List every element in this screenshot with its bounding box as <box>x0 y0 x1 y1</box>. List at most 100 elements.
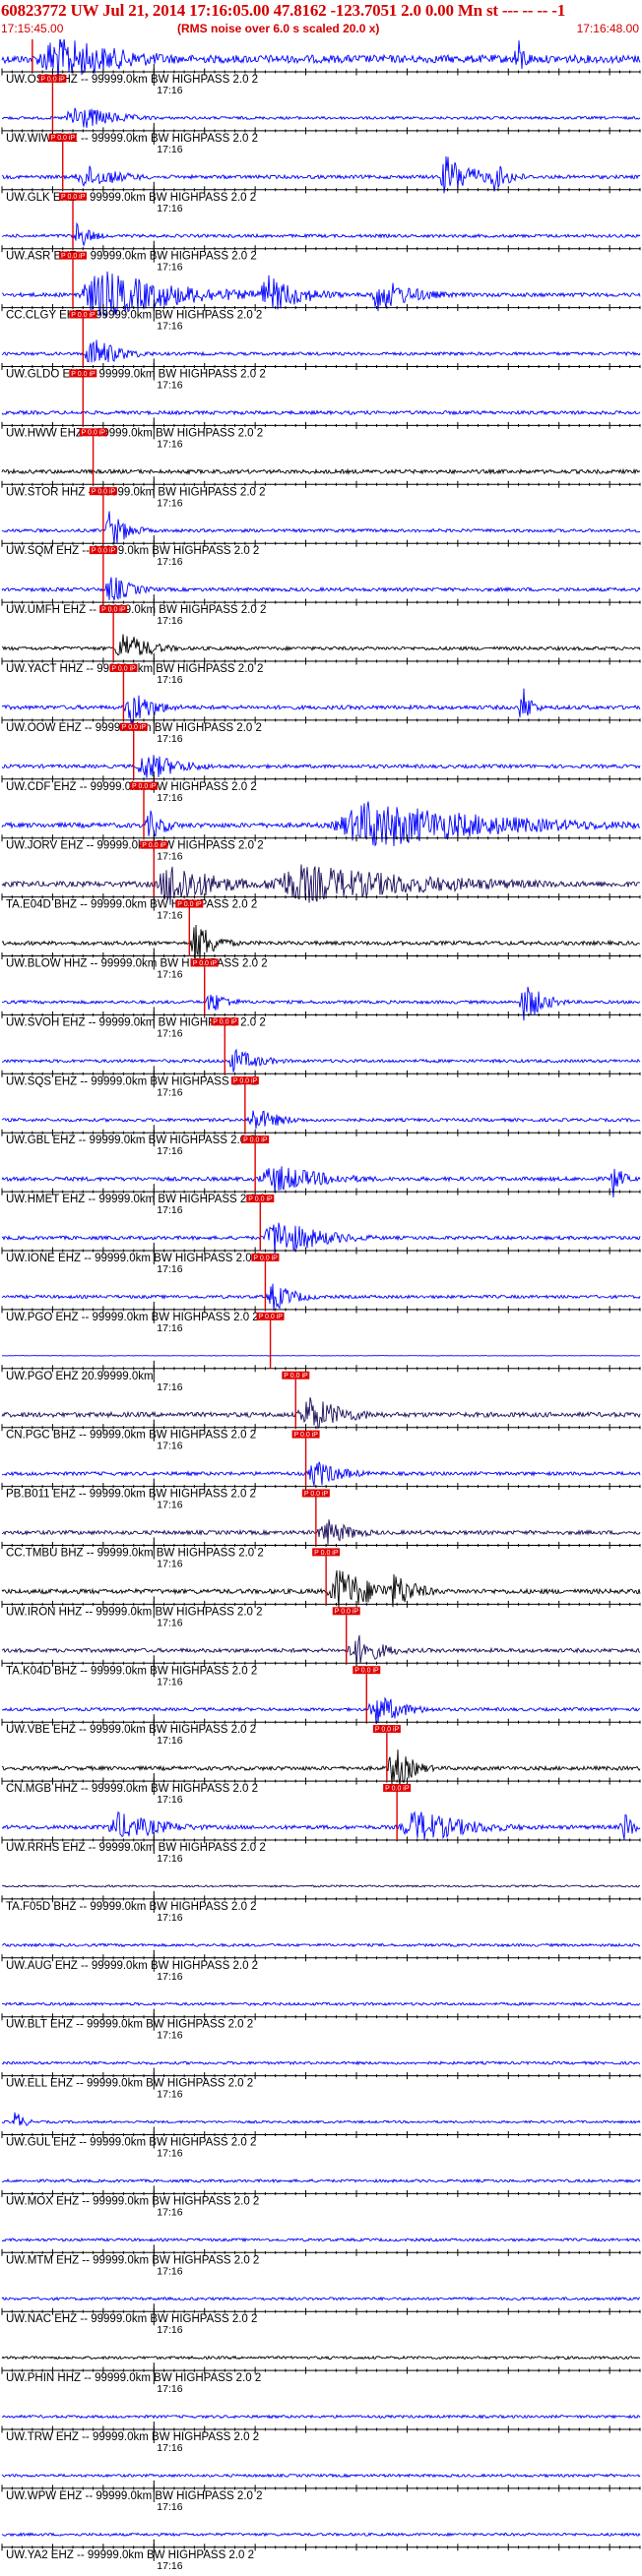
minute-label: 17:16 <box>157 203 182 215</box>
trace-waveform <box>1 2355 641 2361</box>
trace-label: UW.BLT EHZ -- 99999.0km BW HIGHPASS 2.0 … <box>6 2019 253 2031</box>
trace-label: UW.MOX EHZ -- 99999.0km BW HIGHPASS 2.0 … <box>6 2195 259 2207</box>
trace-label: CN.MGB HHZ -- 99999.0km BW HIGHPASS 2.0 … <box>6 1783 258 1795</box>
trace-waveform <box>1 1810 641 1840</box>
trace-label: UW.GLK EHZ -- 99999.0km BW HIGHPASS 2.0 … <box>6 192 256 204</box>
minute-label: 17:16 <box>157 1617 182 1628</box>
trace-16: 17:16UW.SVOH EHZ -- 99999.0km BW HIGHPAS… <box>1 958 641 1039</box>
trace-4: 17:16CC.CLGY EHZ -- 99999.0km BW HIGHPAS… <box>1 251 641 333</box>
minute-label: 17:16 <box>157 1441 182 1452</box>
minute-label: 17:16 <box>157 2560 182 2572</box>
trace-waveform <box>1 2112 641 2126</box>
trace-waveform <box>1 1283 641 1312</box>
trace-12: 17:16UW.CDF EHZ -- 99999.0km BW HIGHPASS… <box>1 722 641 804</box>
minute-label: 17:16 <box>157 1027 182 1039</box>
trace-waveform <box>1 1884 641 1888</box>
trace-22: 17:16UW.PGO EHZ 20.99999.0kmP 0.0 iP <box>1 1312 641 1393</box>
trace-waveform <box>1 1634 641 1667</box>
trace-waveform <box>1 1461 641 1487</box>
trace-10: 17:16UW.YACT HHZ -- 99999.0km BW HIGHPAS… <box>1 605 641 686</box>
minute-label: 17:16 <box>157 733 182 745</box>
trace-waveform <box>1 155 641 194</box>
minute-label: 17:16 <box>157 615 182 627</box>
minute-label: 17:16 <box>157 2442 182 2454</box>
trace-25: 17:16CC.TMBU BHZ -- 99999.0km BW HIGHPAS… <box>1 1489 641 1570</box>
trace-40: 17:16UW.TRW EHZ -- 99999.0km BW HIGHPASS… <box>1 2414 641 2454</box>
minute-label: 17:16 <box>157 851 182 863</box>
trace-waveform <box>1 339 641 363</box>
pick-text: P 0.0 iP <box>92 489 116 496</box>
minute-label: 17:16 <box>157 144 182 155</box>
trace-label: TA.K04D BHZ -- 99999.0km BW HIGHPASS 2.0… <box>6 1665 257 1677</box>
trace-30: 17:16UW.RRHS EHZ -- 99999.0km BW HIGHPAS… <box>1 1784 641 1865</box>
trace-18: 17:16UW.GBL EHZ -- 99999.0km BW HIGHPASS… <box>1 1076 641 1157</box>
pick-text: P 0.0 iP <box>40 76 65 83</box>
minute-label: 17:16 <box>157 2383 182 2395</box>
minute-label: 17:16 <box>157 262 182 274</box>
pick-text: P 0.0 iP <box>111 665 136 672</box>
pick-text: P 0.0 iP <box>132 783 157 790</box>
trace-0: 17:16UW.OSD EHZ -- 99999.0km BW HIGHPASS… <box>1 39 641 96</box>
trace-label: UW.BLOW HHZ -- 99999.0km BW HIGHPASS 2.0… <box>6 958 268 970</box>
trace-label: CC.CLGY EHZ -- 99999.0km BW HIGHPASS 2.0… <box>6 310 262 322</box>
minute-label: 17:16 <box>157 1912 182 1924</box>
pick-text: P 0.0 iP <box>142 842 166 849</box>
minute-label: 17:16 <box>157 1559 182 1570</box>
minute-label: 17:16 <box>157 85 182 96</box>
pick-text: P 0.0 iP <box>248 1196 273 1202</box>
pick-text: P 0.0 iP <box>193 960 218 967</box>
minute-label: 17:16 <box>157 2206 182 2218</box>
minute-label: 17:16 <box>157 321 182 333</box>
minute-label: 17:16 <box>157 1086 182 1098</box>
pick-text: P 0.0 iP <box>101 606 126 613</box>
trace-21: 17:16UW.PGO EHZ -- 99999.0km BW HIGHPASS… <box>1 1253 641 1334</box>
minute-label: 17:16 <box>157 2501 182 2513</box>
trace-9: 17:16UW.UMFH EHZ -- 99999.0km BW HIGHPAS… <box>1 546 641 627</box>
event-title: 60823772 UW Jul 21, 2014 17:16:05.00 47.… <box>1 1 566 20</box>
trace-waveform <box>1 1696 641 1724</box>
minute-label: 17:16 <box>157 1853 182 1865</box>
trace-label: UW.HWW EHZ -- 99999.0km BW HIGHPASS 2.0 … <box>6 427 263 439</box>
trace-waveform <box>1 2532 641 2538</box>
trace-label: UW.YA2 EHZ -- 99999.0km BW HIGHPASS 2.0 … <box>6 2549 254 2561</box>
pick-text: P 0.0 iP <box>304 1491 329 1498</box>
minute-label: 17:16 <box>157 556 182 568</box>
trace-39: 17:16UW.PHIN HHZ -- 99999.0km BW HIGHPAS… <box>1 2355 641 2395</box>
trace-waveform <box>1 1519 641 1545</box>
trace-label: UW.PHIN HHZ -- 99999.0km BW HIGHPASS 2.0… <box>6 2372 261 2384</box>
minute-label: 17:16 <box>157 792 182 804</box>
trace-waveform <box>1 1749 641 1785</box>
trace-35: 17:16UW.GUL EHZ -- 99999.0km BW HIGHPASS… <box>1 2112 641 2160</box>
pick-text: P 0.0 iP <box>177 901 202 908</box>
trace-11: 17:16UW.OOW EHZ -- 99999.0km BW HIGHPASS… <box>1 663 641 745</box>
trace-label: UW.MTM EHZ -- 99999.0km BW HIGHPASS 2.0 … <box>6 2254 259 2266</box>
trace-label: UW.VBE EHZ -- 99999.0km BW HIGHPASS 2.0 … <box>6 1724 256 1736</box>
trace-label: UW.UMFH EHZ -- 99999.0km BW HIGHPASS 2.0… <box>6 604 266 616</box>
trace-38: 17:16UW.NAC EHZ -- 99999.0km BW HIGHPASS… <box>1 2296 641 2336</box>
pick-text: P 0.0 iP <box>61 194 86 201</box>
trace-label: UW.STOR HHZ -- 99999.0km BW HIGHPASS 2.0… <box>6 486 266 498</box>
trace-label: UW.WPW EHZ -- 99999.0km BW HIGHPASS 2.0 … <box>6 2490 263 2502</box>
minute-label: 17:16 <box>157 1971 182 1983</box>
minute-label: 17:16 <box>157 2324 182 2336</box>
trace-label: UW.IONE EHZ -- 99999.0km BW HIGHPASS 2.0… <box>6 1253 261 1264</box>
trace-label: UW.NAC EHZ -- 99999.0km BW HIGHPASS 2.0 … <box>6 2313 257 2325</box>
trace-waveform <box>1 467 641 475</box>
trace-waveform <box>1 511 641 544</box>
trace-label: UW.SQM EHZ -- 99999.0km BW HIGHPASS 2.0 … <box>6 545 259 557</box>
minute-label: 17:16 <box>157 1500 182 1511</box>
trace-19: 17:16UW.HMET EHZ -- 99999.0km BW HIGHPAS… <box>1 1135 641 1216</box>
minute-label: 17:16 <box>157 1676 182 1687</box>
trace-waveform <box>1 2296 641 2301</box>
trace-waveform <box>1 221 641 247</box>
trace-waveform <box>1 1396 641 1430</box>
pick-text: P 0.0 iP <box>213 1019 237 1026</box>
trace-6: 17:16UW.HWW EHZ -- 99999.0km BW HIGHPASS… <box>1 369 641 450</box>
pick-text: P 0.0 iP <box>71 371 96 378</box>
trace-waveform <box>1 755 641 778</box>
start-time: 17:15:45.00 <box>1 22 64 35</box>
trace-2: 17:16UW.GLK EHZ -- 99999.0km BW HIGHPASS… <box>1 133 641 215</box>
pick-text: P 0.0 iP <box>354 1668 379 1675</box>
trace-label: UW.IRON HHZ -- 99999.0km BW HIGHPASS 2.0… <box>6 1606 263 1618</box>
minute-label: 17:16 <box>157 969 182 981</box>
